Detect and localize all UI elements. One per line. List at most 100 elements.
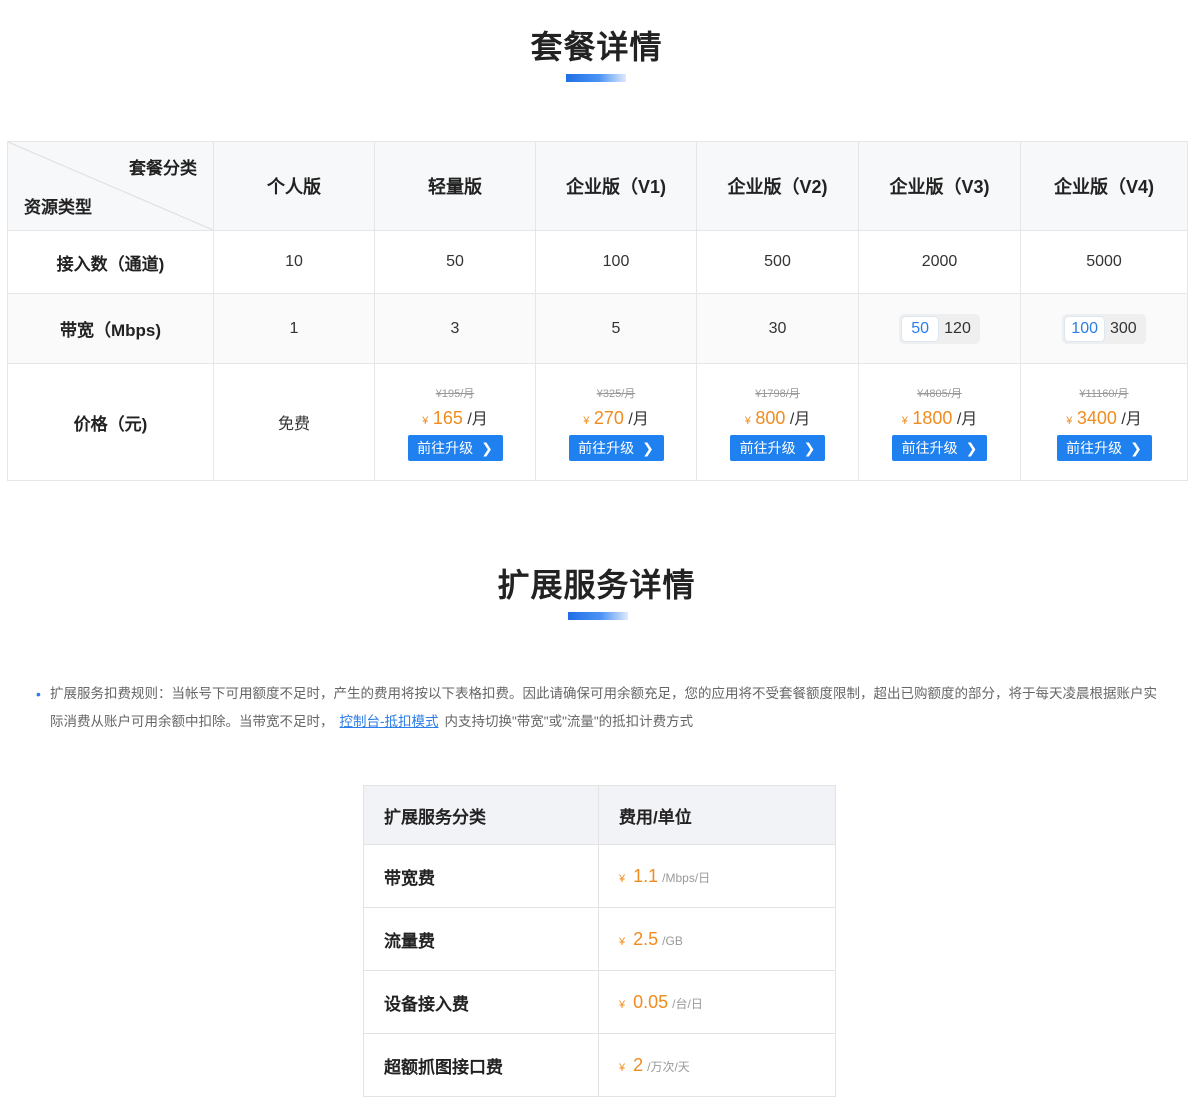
currency-symbol: ¥ xyxy=(583,415,590,427)
currency-symbol: ¥ xyxy=(619,872,626,885)
extension-service-name: 超额抓图接口费 xyxy=(363,1033,599,1097)
price-cell-lite: ¥195/月 ¥ 165 /月 前往升级 ❯ xyxy=(374,363,536,481)
price-cell-v1: ¥325/月 ¥ 270 /月 前往升级 ❯ xyxy=(535,363,697,481)
bandwidth-value: 5 xyxy=(535,293,697,364)
plans-header-row: 套餐分类 资源类型 个人版 轻量版 企业版（V1) 企业版（V2) 企业版（V3… xyxy=(7,141,1188,231)
price-amount: 2.5 xyxy=(633,928,659,949)
plan-header-v2: 企业版（V2) xyxy=(696,141,859,231)
table-row: 流量费 ¥2.5/GB xyxy=(363,907,836,971)
upgrade-button-label: 前往升级 xyxy=(739,440,796,456)
price-amount: 1.1 xyxy=(633,865,659,886)
connections-row: 接入数（通道) 10 50 100 500 2000 5000 xyxy=(7,230,1188,294)
table-row: 超额抓图接口费 ¥2/万次/天 xyxy=(363,1033,836,1097)
bandwidth-option-v3-120[interactable]: 120 xyxy=(938,317,977,341)
extension-service-price: ¥0.05/台/日 xyxy=(598,970,836,1034)
bandwidth-cell-v3: 50 120 xyxy=(858,293,1021,364)
upgrade-button-label: 前往升级 xyxy=(901,440,958,456)
extension-col-category: 扩展服务分类 xyxy=(363,785,599,845)
price-cell-v3: ¥4805/月 ¥ 1800 /月 前往升级 ❯ xyxy=(858,363,1021,481)
plan-header-v1: 企业版（V1) xyxy=(535,141,697,231)
current-price: ¥ 165 /月 xyxy=(375,405,535,429)
price-unit: /万次/天 xyxy=(647,1059,690,1074)
plan-header-personal: 个人版 xyxy=(213,141,375,231)
currency-symbol: ¥ xyxy=(744,415,751,427)
bandwidth-option-v4-100[interactable]: 100 xyxy=(1065,316,1104,341)
price-amount: 800 xyxy=(755,408,786,428)
price-amount: 165 xyxy=(432,408,463,428)
upgrade-button-v4[interactable]: 前往升级 ❯ xyxy=(1056,435,1152,461)
upgrade-button-label: 前往升级 xyxy=(417,440,474,456)
plans-title-underline xyxy=(566,74,626,82)
price-row: 价格（元) 免费 ¥195/月 ¥ 165 /月 前往升级 ❯ ¥325/月 ¥ … xyxy=(7,363,1188,481)
extension-service-name: 带宽费 xyxy=(363,844,599,908)
bandwidth-toggle-v3: 50 120 xyxy=(899,313,980,344)
chevron-right-icon: ❯ xyxy=(803,439,816,456)
extension-services-table: 扩展服务分类 费用/单位 带宽费 ¥1.1/Mbps/日 流量费 ¥2.5/GB… xyxy=(363,785,836,1097)
extension-service-name: 设备接入费 xyxy=(363,970,599,1034)
currency-symbol: ¥ xyxy=(619,935,626,948)
currency-symbol: ¥ xyxy=(901,415,908,427)
price-unit: /月 xyxy=(467,411,488,428)
currency-symbol: ¥ xyxy=(619,998,626,1011)
currency-symbol: ¥ xyxy=(422,415,429,427)
extension-service-price: ¥2/万次/天 xyxy=(598,1033,836,1097)
price-unit: /月 xyxy=(1121,411,1142,428)
price-unit: /Mbps/日 xyxy=(662,870,711,885)
extension-header-row: 扩展服务分类 费用/单位 xyxy=(363,785,836,845)
price-row-label: 价格（元) xyxy=(7,363,214,481)
price-unit: /月 xyxy=(789,411,811,428)
corner-label-resource-type: 资源类型 xyxy=(24,198,92,217)
bandwidth-value: 3 xyxy=(374,293,536,364)
bullet-dot-icon: • xyxy=(36,686,41,702)
price-amount: 3400 xyxy=(1076,408,1117,428)
plans-section-title: 套餐详情 xyxy=(530,29,663,65)
upgrade-button-label: 前往升级 xyxy=(1066,440,1123,456)
original-price: ¥11160/月 xyxy=(1079,388,1129,400)
console-deduction-mode-link[interactable]: 控制台-抵扣模式 xyxy=(340,714,439,729)
bandwidth-option-v3-50[interactable]: 50 xyxy=(902,316,939,341)
upgrade-button-v1[interactable]: 前往升级 ❯ xyxy=(568,435,664,461)
bandwidth-value: 30 xyxy=(696,293,859,364)
currency-symbol: ¥ xyxy=(1066,415,1073,427)
price-unit: /月 xyxy=(628,411,649,428)
extension-section-title: 扩展服务详情 xyxy=(497,567,696,603)
extension-title-underline xyxy=(568,612,628,620)
price-unit: /GB xyxy=(662,933,683,948)
connections-value: 5000 xyxy=(1020,230,1188,294)
upgrade-button-lite[interactable]: 前往升级 ❯ xyxy=(407,435,503,461)
original-price: ¥325/月 xyxy=(596,388,636,400)
chevron-right-icon: ❯ xyxy=(642,439,654,456)
billing-rule-text-after-link: 内支持切换"带宽"或"流量"的抵扣计费方式 xyxy=(444,714,694,729)
bandwidth-cell-v4: 100 300 xyxy=(1020,293,1188,364)
current-price: ¥ 270 /月 xyxy=(536,405,696,429)
plan-header-lite: 轻量版 xyxy=(374,141,536,231)
chevron-right-icon: ❯ xyxy=(1130,439,1142,456)
extension-service-price: ¥1.1/Mbps/日 xyxy=(598,844,836,908)
connections-value: 50 xyxy=(374,230,536,294)
corner-header-cell: 套餐分类 资源类型 xyxy=(7,141,214,231)
bandwidth-option-v4-300[interactable]: 300 xyxy=(1104,317,1143,341)
chevron-right-icon: ❯ xyxy=(965,439,978,456)
upgrade-button-v3[interactable]: 前往升级 ❯ xyxy=(892,435,987,461)
original-price: ¥4805/月 xyxy=(917,388,962,400)
billing-rule-note: • 扩展服务扣费规则：当帐号下可用额度不足时，产生的费用将按以下表格扣费。因此请… xyxy=(36,680,1166,736)
extension-service-price: ¥2.5/GB xyxy=(598,907,836,971)
extension-service-name: 流量费 xyxy=(363,907,599,971)
price-unit: /月 xyxy=(956,411,978,428)
billing-rule-text: 扩展服务扣费规则：当帐号下可用额度不足时，产生的费用将按以下表格扣费。因此请确保… xyxy=(36,680,1166,736)
currency-symbol: ¥ xyxy=(619,1061,626,1074)
bandwidth-value: 1 xyxy=(213,293,375,364)
current-price: ¥ 3400 /月 xyxy=(1021,405,1187,429)
price-unit: /台/日 xyxy=(672,996,703,1011)
upgrade-button-v2[interactable]: 前往升级 ❯ xyxy=(730,435,825,461)
chevron-right-icon: ❯ xyxy=(481,439,493,456)
price-free: 免费 xyxy=(213,363,375,481)
corner-label-plan-category: 套餐分类 xyxy=(129,159,197,178)
price-amount: 0.05 xyxy=(633,991,669,1012)
current-price: ¥ 800 /月 xyxy=(697,405,858,429)
extension-col-price: 费用/单位 xyxy=(598,785,836,845)
plans-table: 套餐分类 资源类型 个人版 轻量版 企业版（V1) 企业版（V2) 企业版（V3… xyxy=(7,141,1188,481)
price-amount: 1800 xyxy=(912,408,953,428)
original-price: ¥1798/月 xyxy=(755,388,800,400)
price-cell-v2: ¥1798/月 ¥ 800 /月 前往升级 ❯ xyxy=(696,363,859,481)
